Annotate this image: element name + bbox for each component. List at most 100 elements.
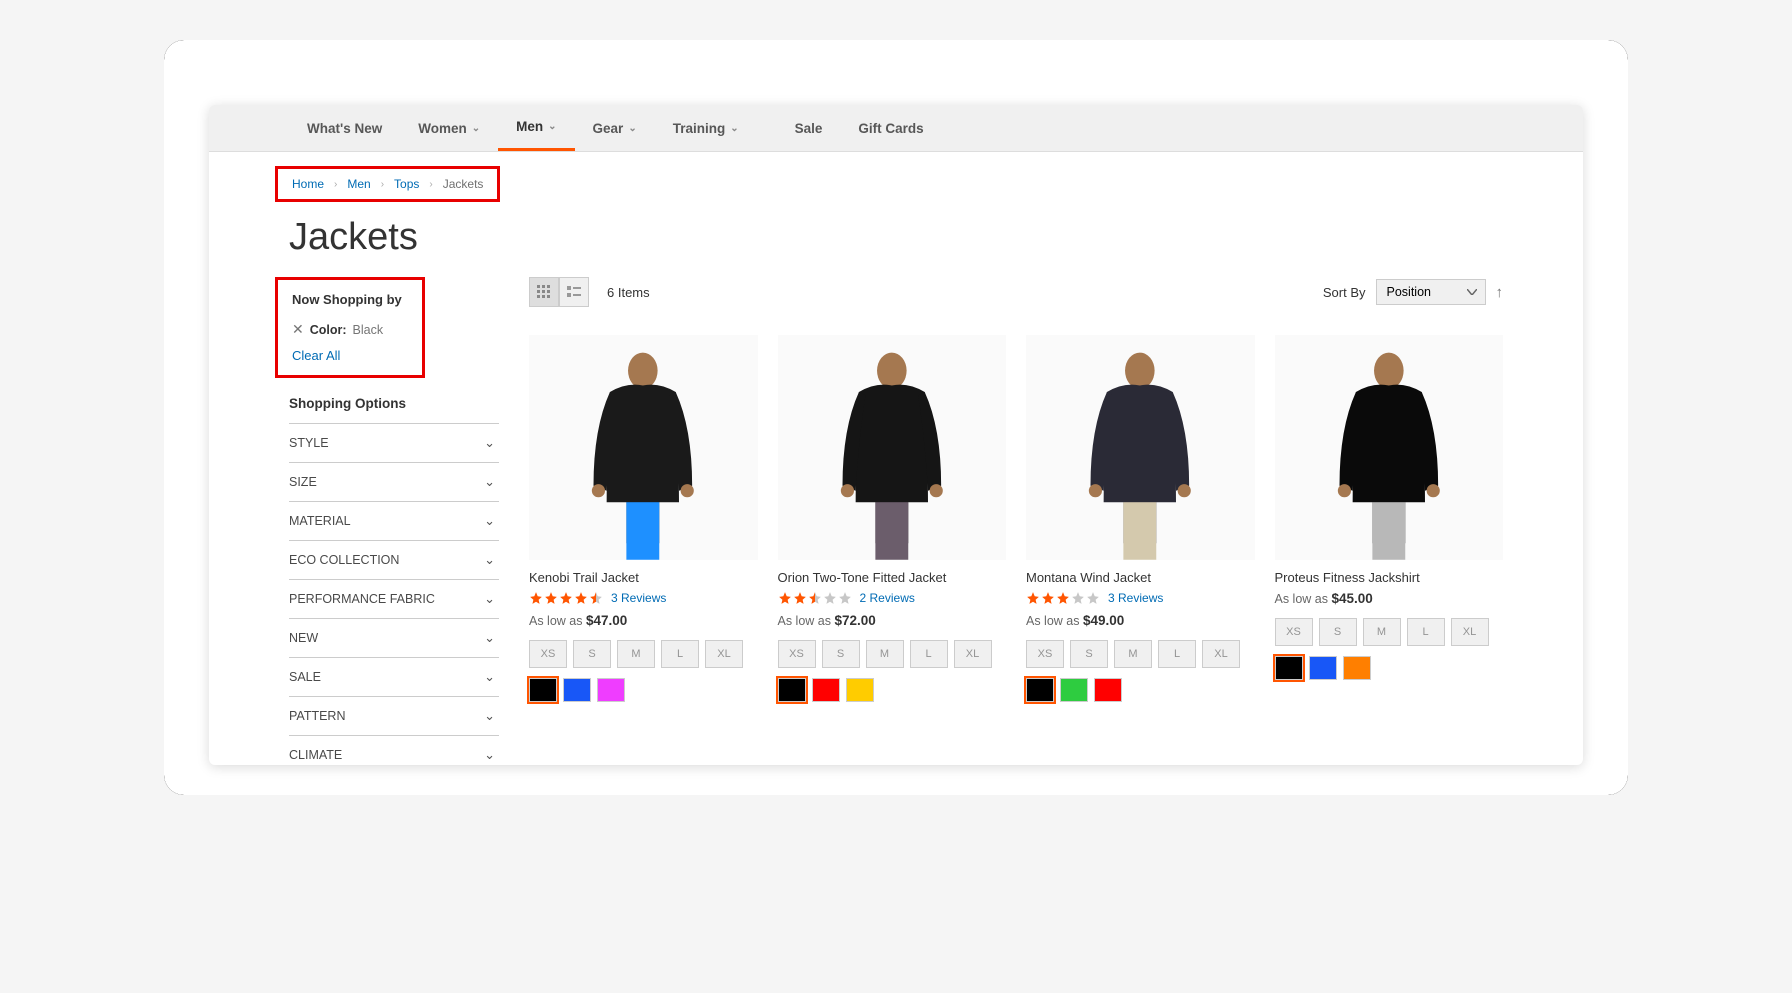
product-image[interactable] xyxy=(778,335,1007,560)
nav-item-what-s-new[interactable]: What's New xyxy=(289,105,400,151)
product-image[interactable] xyxy=(1026,335,1255,560)
size-swatch-s[interactable]: S xyxy=(1319,618,1357,646)
chevron-down-icon: ⌄ xyxy=(484,669,495,685)
size-swatch-xs[interactable]: XS xyxy=(1275,618,1313,646)
breadcrumb-link[interactable]: Home xyxy=(292,177,324,191)
size-swatch-l[interactable]: L xyxy=(1407,618,1445,646)
breadcrumb: Home›Men›Tops›Jackets xyxy=(275,166,500,202)
size-swatch-s[interactable]: S xyxy=(1070,640,1108,668)
chevron-right-icon: › xyxy=(381,179,384,190)
product-name[interactable]: Proteus Fitness Jackshirt xyxy=(1275,570,1504,585)
size-swatch-m[interactable]: M xyxy=(1363,618,1401,646)
rating-row: 3 Reviews xyxy=(1026,591,1255,605)
product-image[interactable] xyxy=(529,335,758,560)
color-swatch[interactable] xyxy=(1094,678,1122,702)
price-value: $49.00 xyxy=(1083,613,1124,628)
filter-style[interactable]: STYLE⌄ xyxy=(289,423,499,462)
size-swatch-xl[interactable]: XL xyxy=(705,640,743,668)
chevron-down-icon: ⌄ xyxy=(484,474,495,490)
filter-climate[interactable]: CLIMATE⌄ xyxy=(289,735,499,765)
nav-item-training[interactable]: Training⌄ xyxy=(655,105,757,151)
size-swatch-xl[interactable]: XL xyxy=(1451,618,1489,646)
filter-sale[interactable]: SALE⌄ xyxy=(289,657,499,696)
nav-item-gear[interactable]: Gear⌄ xyxy=(575,105,655,151)
sort-controls: Sort By Position ↑ xyxy=(1323,279,1503,305)
color-swatch[interactable] xyxy=(812,678,840,702)
color-swatches xyxy=(778,678,1007,702)
filter-performance-fabric[interactable]: PERFORMANCE FABRIC⌄ xyxy=(289,579,499,618)
size-swatch-xs[interactable]: XS xyxy=(778,640,816,668)
color-swatch[interactable] xyxy=(1026,678,1054,702)
size-swatches: XSSMLXL xyxy=(778,640,1007,668)
product-card: Montana Wind Jacket 3 Reviews As low as $4… xyxy=(1026,335,1255,702)
nav-item-sale[interactable]: Sale xyxy=(777,105,841,151)
product-grid: Kenobi Trail Jacket 3 Reviews As low as $4… xyxy=(529,335,1503,702)
breadcrumb-link[interactable]: Men xyxy=(347,177,370,191)
grid-view-button[interactable] xyxy=(529,277,559,307)
filter-size[interactable]: SIZE⌄ xyxy=(289,462,499,501)
size-swatch-s[interactable]: S xyxy=(573,640,611,668)
color-swatch[interactable] xyxy=(597,678,625,702)
chevron-down-icon: ⌄ xyxy=(472,123,480,134)
size-swatch-xs[interactable]: XS xyxy=(529,640,567,668)
product-name[interactable]: Montana Wind Jacket xyxy=(1026,570,1255,585)
reviews-link[interactable]: 3 Reviews xyxy=(1108,591,1163,605)
color-swatch[interactable] xyxy=(1343,656,1371,680)
size-swatch-l[interactable]: L xyxy=(910,640,948,668)
product-name[interactable]: Kenobi Trail Jacket xyxy=(529,570,758,585)
remove-filter-icon[interactable]: ✕ xyxy=(292,321,304,338)
size-swatch-m[interactable]: M xyxy=(617,640,655,668)
size-swatch-xl[interactable]: XL xyxy=(1202,640,1240,668)
reviews-link[interactable]: 2 Reviews xyxy=(860,591,915,605)
color-swatch[interactable] xyxy=(529,678,557,702)
color-swatch[interactable] xyxy=(1275,656,1303,680)
breadcrumb-link[interactable]: Tops xyxy=(394,177,419,191)
sort-select[interactable]: Position xyxy=(1376,279,1486,305)
chevron-down-icon: ⌄ xyxy=(628,123,636,134)
color-swatch[interactable] xyxy=(1060,678,1088,702)
size-swatch-s[interactable]: S xyxy=(822,640,860,668)
filter-new[interactable]: NEW⌄ xyxy=(289,618,499,657)
sort-direction-icon[interactable]: ↑ xyxy=(1496,284,1504,301)
size-swatch-m[interactable]: M xyxy=(866,640,904,668)
filter-eco-collection[interactable]: ECO COLLECTION⌄ xyxy=(289,540,499,579)
color-swatch[interactable] xyxy=(1309,656,1337,680)
star-rating xyxy=(778,591,852,605)
product-image[interactable] xyxy=(1275,335,1504,560)
product-name[interactable]: Orion Two-Tone Fitted Jacket xyxy=(778,570,1007,585)
now-shopping-by: Now Shopping by ✕ Color: Black Clear All xyxy=(275,277,425,378)
chevron-down-icon: ⌄ xyxy=(548,121,556,132)
price-row: As low as $49.00 xyxy=(1026,613,1255,628)
chevron-down-icon: ⌄ xyxy=(730,123,738,134)
chevron-right-icon: › xyxy=(429,179,432,190)
star-rating xyxy=(1026,591,1100,605)
size-swatch-l[interactable]: L xyxy=(661,640,699,668)
chevron-down-icon: ⌄ xyxy=(484,591,495,607)
nav-item-men[interactable]: Men⌄ xyxy=(498,105,574,151)
reviews-link[interactable]: 3 Reviews xyxy=(611,591,666,605)
product-card: Proteus Fitness JackshirtAs low as $45.0… xyxy=(1275,335,1504,702)
color-swatch[interactable] xyxy=(778,678,806,702)
price-value: $47.00 xyxy=(586,613,627,628)
color-swatch[interactable] xyxy=(846,678,874,702)
size-swatch-xs[interactable]: XS xyxy=(1026,640,1064,668)
size-swatches: XSSMLXL xyxy=(1026,640,1255,668)
nav-item-women[interactable]: Women⌄ xyxy=(400,105,498,151)
color-swatches xyxy=(1275,656,1504,680)
nav-item-gift-cards[interactable]: Gift Cards xyxy=(840,105,941,151)
chevron-down-icon: ⌄ xyxy=(484,630,495,646)
filter-pattern[interactable]: PATTERN⌄ xyxy=(289,696,499,735)
product-card: Orion Two-Tone Fitted Jacket 2 Reviews As … xyxy=(778,335,1007,702)
clear-all-link[interactable]: Clear All xyxy=(292,348,408,363)
size-swatch-l[interactable]: L xyxy=(1158,640,1196,668)
active-filter-row: ✕ Color: Black xyxy=(292,321,408,338)
filter-material[interactable]: MATERIAL⌄ xyxy=(289,501,499,540)
color-swatch[interactable] xyxy=(563,678,591,702)
size-swatch-m[interactable]: M xyxy=(1114,640,1152,668)
price-row: As low as $72.00 xyxy=(778,613,1007,628)
sidebar: Now Shopping by ✕ Color: Black Clear All… xyxy=(289,277,499,765)
chevron-down-icon: ⌄ xyxy=(484,708,495,724)
grid-icon xyxy=(537,285,551,299)
size-swatch-xl[interactable]: XL xyxy=(954,640,992,668)
list-view-button[interactable] xyxy=(559,277,589,307)
